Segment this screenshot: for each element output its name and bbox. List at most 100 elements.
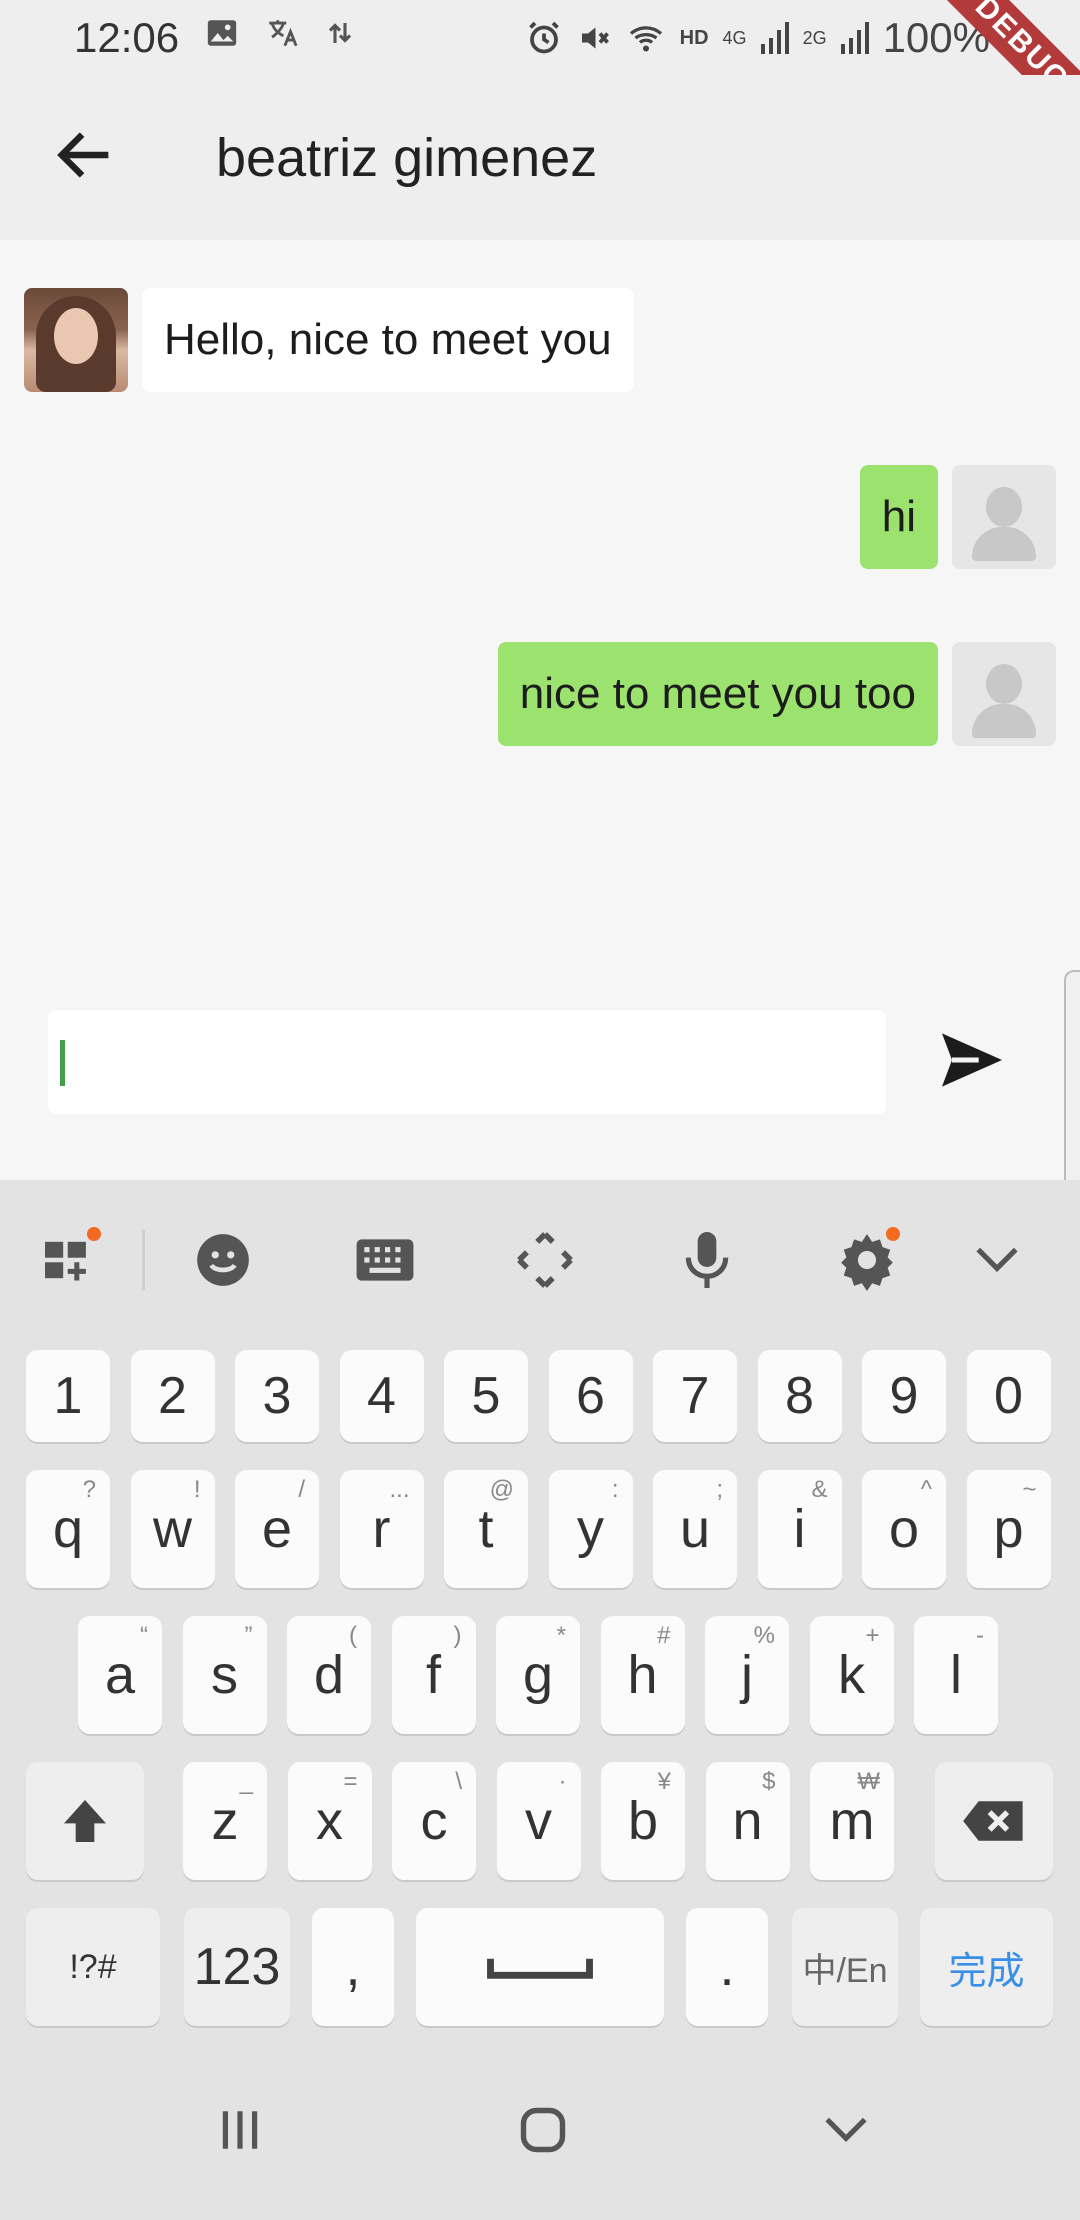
key-hint: · [558, 1768, 567, 1795]
key-i[interactable]: i & [757, 1470, 842, 1588]
status-time: 12:06 [74, 14, 180, 61]
key-c[interactable]: c \ [392, 1762, 476, 1880]
translate-icon [269, 20, 298, 47]
apps-icon[interactable] [35, 1225, 105, 1295]
key-9[interactable]: 9 [862, 1350, 946, 1442]
symbols-key[interactable]: !?# [26, 1908, 160, 2026]
key-8[interactable]: 8 [757, 1350, 842, 1442]
cursor-move-icon[interactable] [510, 1225, 580, 1295]
status-icons-left [205, 16, 355, 50]
key-label: k [838, 1645, 865, 1705]
key-w[interactable]: w! [130, 1470, 215, 1588]
key-7[interactable]: 7 [653, 1350, 737, 1442]
send-icon [942, 1033, 1002, 1087]
chevron-down-icon[interactable] [962, 1225, 1032, 1295]
key-hint: + [865, 1622, 880, 1649]
done-key[interactable]: 完成 [920, 1908, 1053, 2026]
key-e[interactable]: e / [235, 1470, 319, 1588]
shift-key[interactable] [26, 1762, 144, 1880]
key-3[interactable]: 3 [235, 1350, 319, 1442]
back-button[interactable] [50, 120, 120, 190]
key-hint: ₩ [857, 1768, 880, 1795]
key-hint: : [611, 1476, 619, 1503]
numbers-key[interactable]: 123 [184, 1908, 290, 2026]
user-avatar[interactable] [952, 465, 1056, 569]
user-avatar[interactable] [952, 642, 1056, 746]
key-label: e [261, 1499, 293, 1559]
key-label: c [420, 1791, 448, 1851]
home-button[interactable] [503, 2095, 583, 2165]
backspace-icon [963, 1801, 1023, 1841]
key-t[interactable]: t @ [444, 1470, 528, 1588]
message-row-outgoing: nice to meet you too [497, 642, 1056, 746]
keyboard-icon[interactable] [350, 1225, 420, 1295]
message-bubble[interactable]: hi [859, 465, 938, 569]
key-r[interactable]: r... [339, 1470, 424, 1588]
key-s[interactable]: s” [182, 1616, 267, 1734]
key-label: o [888, 1499, 920, 1559]
message-bubble[interactable]: Hello, nice to meet you [142, 288, 634, 392]
key-p[interactable]: p ~ [966, 1470, 1051, 1588]
key-o[interactable]: o ^ [862, 1470, 946, 1588]
message-list[interactable]: Hello, nice to meet you hi nice to meet … [0, 240, 1080, 970]
key-j[interactable]: j% [705, 1616, 789, 1734]
key-u[interactable]: u; [653, 1470, 737, 1588]
recents-button[interactable] [200, 2095, 280, 2165]
key-hint: & [811, 1476, 828, 1503]
key-m[interactable]: m ₩ [810, 1762, 894, 1880]
key-label: g [522, 1645, 554, 1705]
key-hint: ! [193, 1476, 201, 1503]
key-v[interactable]: v · [496, 1762, 581, 1880]
backspace-key[interactable] [935, 1762, 1053, 1880]
contact-avatar[interactable] [24, 288, 128, 392]
key-n[interactable]: n $ [705, 1762, 790, 1880]
settings-icon[interactable] [832, 1225, 902, 1295]
key-label: t [478, 1499, 494, 1559]
key-q[interactable]: q? [26, 1470, 110, 1588]
key-k[interactable]: k + [809, 1616, 894, 1734]
microphone-icon[interactable] [672, 1225, 742, 1295]
status-icons-right: HD 4G 2G 100% [526, 14, 990, 62]
key-z[interactable]: z _ [183, 1762, 267, 1880]
space-key[interactable] [416, 1908, 664, 2026]
key-hint: ” [244, 1622, 253, 1649]
network-2g-label: 2G [802, 27, 827, 48]
key-b[interactable]: b ¥ [601, 1762, 685, 1880]
send-button[interactable] [932, 1020, 1012, 1100]
key-y[interactable]: y: [548, 1470, 633, 1588]
key-4[interactable]: 4 [339, 1350, 424, 1442]
key-hint: $ [762, 1768, 776, 1795]
key-0[interactable]: 0 [966, 1350, 1051, 1442]
key-hint: = [343, 1768, 358, 1795]
key-a[interactable]: a “ [78, 1616, 162, 1734]
key-f[interactable]: f) [391, 1616, 476, 1734]
key-hint: _ [239, 1768, 253, 1795]
key-g[interactable]: g * [496, 1616, 580, 1734]
key-x[interactable]: x = [287, 1762, 372, 1880]
language-switch-key[interactable]: 中/En [792, 1908, 898, 2026]
key-h[interactable]: h # [600, 1616, 685, 1734]
key-label: 7 [680, 1367, 710, 1425]
key-d[interactable]: d( [287, 1616, 371, 1734]
back-nav-button[interactable] [806, 2095, 886, 2165]
key-label: x [316, 1791, 343, 1851]
key-label: 5 [471, 1367, 501, 1425]
key-l[interactable]: l- [914, 1616, 998, 1734]
key-label: 4 [367, 1367, 396, 1425]
comma-key[interactable]: , [312, 1908, 394, 2026]
key-5[interactable]: 5 [444, 1350, 528, 1442]
network-4g-label: 4G [722, 27, 747, 48]
message-input[interactable] [48, 1010, 886, 1114]
key-1[interactable]: 1 [26, 1350, 110, 1442]
key-label: i [793, 1499, 806, 1559]
key-6[interactable]: 6 [548, 1350, 633, 1442]
key-label: d [313, 1645, 345, 1705]
period-key[interactable]: . [686, 1908, 768, 2026]
key-hint: ? [82, 1476, 96, 1503]
message-bubble[interactable]: nice to meet you too [497, 642, 938, 746]
key-2[interactable]: 2 [130, 1350, 215, 1442]
emoji-icon[interactable] [188, 1225, 258, 1295]
key-hint: ... [389, 1476, 410, 1503]
shift-arrow-icon [64, 1800, 106, 1842]
composer [0, 970, 1080, 1180]
